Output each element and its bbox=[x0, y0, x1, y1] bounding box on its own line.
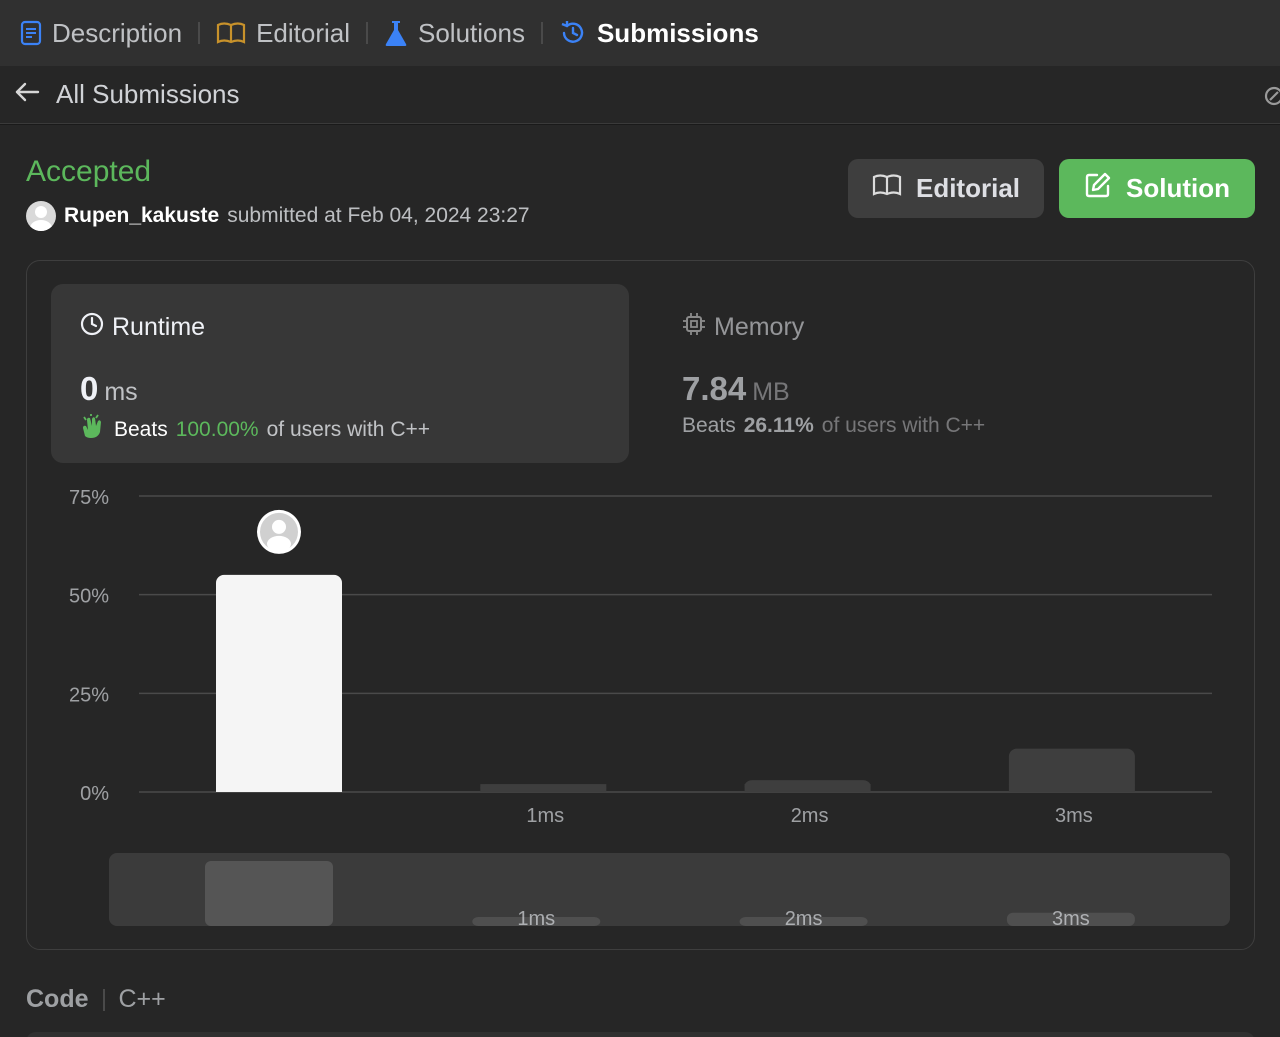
bar-base bbox=[1008, 784, 1135, 792]
x-tick-label: 2ms bbox=[791, 805, 829, 827]
submission-status: Accepted bbox=[26, 155, 152, 188]
solution-button[interactable]: Solution bbox=[1059, 159, 1255, 218]
y-tick-label: 50% bbox=[69, 586, 109, 608]
flask-icon bbox=[384, 19, 408, 47]
book-icon bbox=[216, 21, 246, 45]
overview-tick-label: 3ms bbox=[1052, 908, 1090, 930]
avatar-marker-head bbox=[272, 519, 286, 534]
tab-description-label: Description bbox=[52, 17, 183, 48]
runtime-distribution-chart[interactable]: 0% 25% 50% 75% 1ms 2ms 3ms 1ms 2ms 3ms bbox=[27, 261, 1254, 949]
submission-meta: Rupen_kakuste submitted at Feb 04, 2024 … bbox=[26, 201, 530, 231]
tab-separator bbox=[366, 22, 368, 44]
tab-solutions[interactable]: Solutions bbox=[384, 0, 525, 66]
bar-base bbox=[216, 784, 342, 792]
tab-submissions[interactable]: Submissions bbox=[559, 0, 759, 66]
y-tick-label: 0% bbox=[80, 783, 109, 805]
code-header: Code C++ bbox=[26, 985, 166, 1014]
x-tick-label: 3ms bbox=[1055, 805, 1093, 827]
submitted-at: submitted at Feb 04, 2024 23:27 bbox=[227, 204, 530, 227]
history-icon bbox=[559, 19, 587, 47]
tab-editorial-label: Editorial bbox=[256, 17, 350, 48]
overview-bar bbox=[205, 861, 333, 926]
tab-editorial[interactable]: Editorial bbox=[216, 0, 350, 66]
link-icon[interactable] bbox=[1262, 84, 1280, 113]
overview-tick-label: 1ms bbox=[517, 908, 555, 930]
tab-description[interactable]: Description bbox=[20, 0, 182, 66]
editorial-button[interactable]: Editorial bbox=[848, 159, 1044, 218]
bar-base bbox=[744, 784, 871, 792]
code-language: C++ bbox=[118, 985, 166, 1013]
tab-solutions-label: Solutions bbox=[418, 17, 525, 48]
editorial-button-label: Editorial bbox=[915, 173, 1020, 203]
y-tick-label: 75% bbox=[69, 487, 109, 509]
arrow-left-icon bbox=[14, 79, 40, 110]
username-link[interactable]: Rupen_kakuste bbox=[64, 204, 219, 228]
tab-separator bbox=[540, 22, 543, 44]
tab-submissions-label: Submissions bbox=[596, 17, 759, 48]
submission-subheader: All Submissions bbox=[0, 66, 1280, 124]
x-tick-label: 1ms bbox=[526, 805, 564, 827]
performance-panel: Runtime 0 ms Beats 100.00% of users with … bbox=[26, 260, 1255, 950]
overview-tick-label: 2ms bbox=[785, 908, 823, 930]
book-icon bbox=[872, 173, 902, 204]
edit-icon bbox=[1084, 171, 1112, 206]
solution-button-label: Solution bbox=[1126, 173, 1230, 203]
all-submissions-link[interactable]: All Submissions bbox=[14, 79, 240, 110]
bar-base bbox=[480, 784, 607, 792]
avatar-marker-body bbox=[267, 535, 291, 552]
code-separator bbox=[102, 988, 105, 1011]
tab-bar: Description Editorial Solutions Submissi… bbox=[0, 0, 1280, 66]
avatar[interactable] bbox=[26, 201, 56, 231]
code-editor[interactable] bbox=[26, 1032, 1255, 1037]
tab-separator bbox=[198, 22, 201, 44]
all-submissions-label: All Submissions bbox=[56, 79, 240, 109]
description-icon bbox=[20, 20, 42, 46]
bar bbox=[216, 574, 342, 792]
y-tick-label: 25% bbox=[69, 684, 109, 706]
code-label: Code bbox=[26, 985, 89, 1013]
submission-detail: Accepted Rupen_kakuste submitted at Feb … bbox=[0, 125, 1280, 1037]
